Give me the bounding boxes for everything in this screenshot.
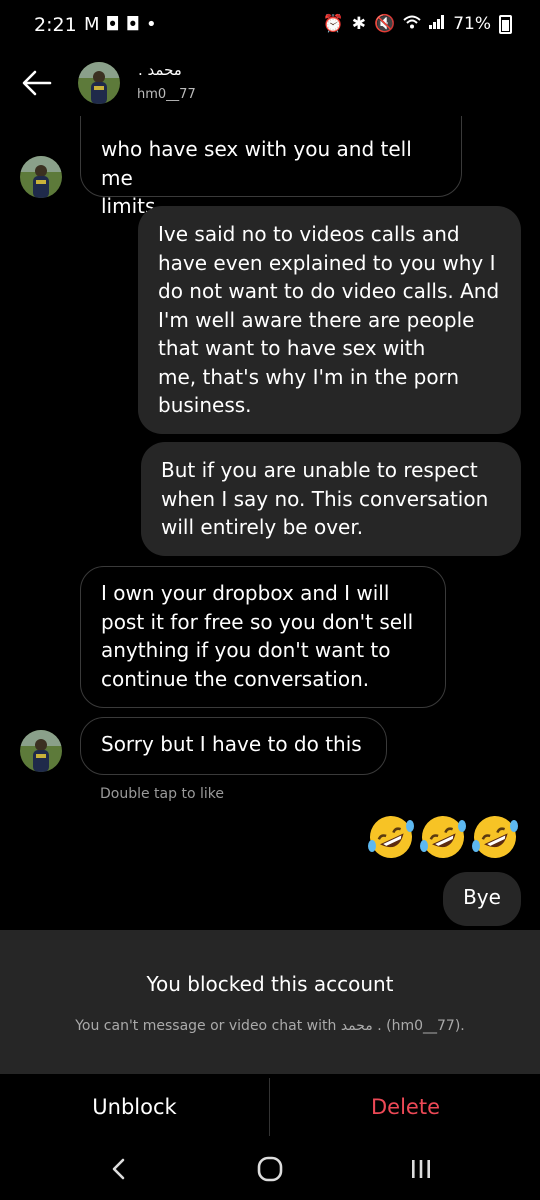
signal-icon — [429, 14, 445, 34]
blocked-notice: You blocked this account You can't messa… — [0, 930, 540, 1074]
message-outgoing[interactable]: Bye — [443, 872, 521, 926]
nav-back-icon[interactable] — [104, 1154, 134, 1184]
block-actions: Unblock Delete — [0, 1074, 540, 1140]
delete-button[interactable]: Delete — [271, 1074, 540, 1140]
dot-icon: • — [146, 14, 163, 35]
nav-home-icon[interactable] — [255, 1154, 285, 1184]
notification-icons: M◘◘• — [84, 14, 163, 35]
sender-avatar[interactable] — [20, 156, 62, 198]
mute-icon: 🔇 — [374, 14, 396, 34]
system-nav-bar — [0, 1140, 540, 1200]
chat-header: محمد . hm0__77 — [0, 52, 540, 116]
message-incoming[interactable]: who have sex with you and tell me limits — [80, 116, 462, 218]
battery-percent: 71% — [453, 14, 491, 34]
system-icons: ⏰ ✱ 🔇 71% — [323, 14, 512, 34]
rofl-emoji — [368, 816, 414, 858]
wifi-icon — [403, 14, 421, 34]
unblock-button[interactable]: Unblock — [0, 1074, 269, 1140]
back-arrow-icon[interactable] — [20, 66, 54, 100]
blocked-subtitle: You can't message or video chat with محم… — [75, 1018, 465, 1034]
message-incoming[interactable]: Sorry but I have to do this — [80, 717, 387, 775]
message-outgoing[interactable]: But if you are unable to respect when I … — [141, 442, 521, 556]
blocked-title: You blocked this account — [146, 972, 394, 996]
alarm-icon: ⏰ — [322, 14, 344, 34]
double-tap-hint: Double tap to like — [100, 786, 224, 802]
battery-icon — [499, 14, 512, 34]
emoji-reply[interactable] — [366, 812, 520, 862]
discord-icon: ◘ — [105, 14, 126, 35]
message-thread[interactable]: who have sex with you and tell me limits… — [0, 116, 540, 930]
message-outgoing[interactable]: Ive said no to videos calls and have eve… — [138, 206, 521, 434]
contact-name[interactable]: محمد . — [138, 61, 182, 79]
action-divider — [269, 1078, 270, 1136]
status-time: 2:21 — [34, 14, 77, 36]
sender-avatar[interactable] — [20, 730, 62, 772]
contact-avatar[interactable] — [78, 62, 120, 104]
bluetooth-icon: ✱ — [351, 14, 367, 34]
message-incoming[interactable]: I own your dropbox and I will post it fo… — [80, 566, 446, 708]
nav-recents-icon[interactable] — [406, 1154, 436, 1184]
status-bar: 2:21 M◘◘• ⏰ ✱ 🔇 71% — [0, 0, 540, 52]
rofl-emoji — [420, 816, 466, 858]
discord-icon: ◘ — [125, 14, 147, 35]
rofl-emoji — [472, 816, 518, 858]
contact-username[interactable]: hm0__77 — [137, 87, 196, 102]
gmail-icon: M — [84, 14, 106, 35]
